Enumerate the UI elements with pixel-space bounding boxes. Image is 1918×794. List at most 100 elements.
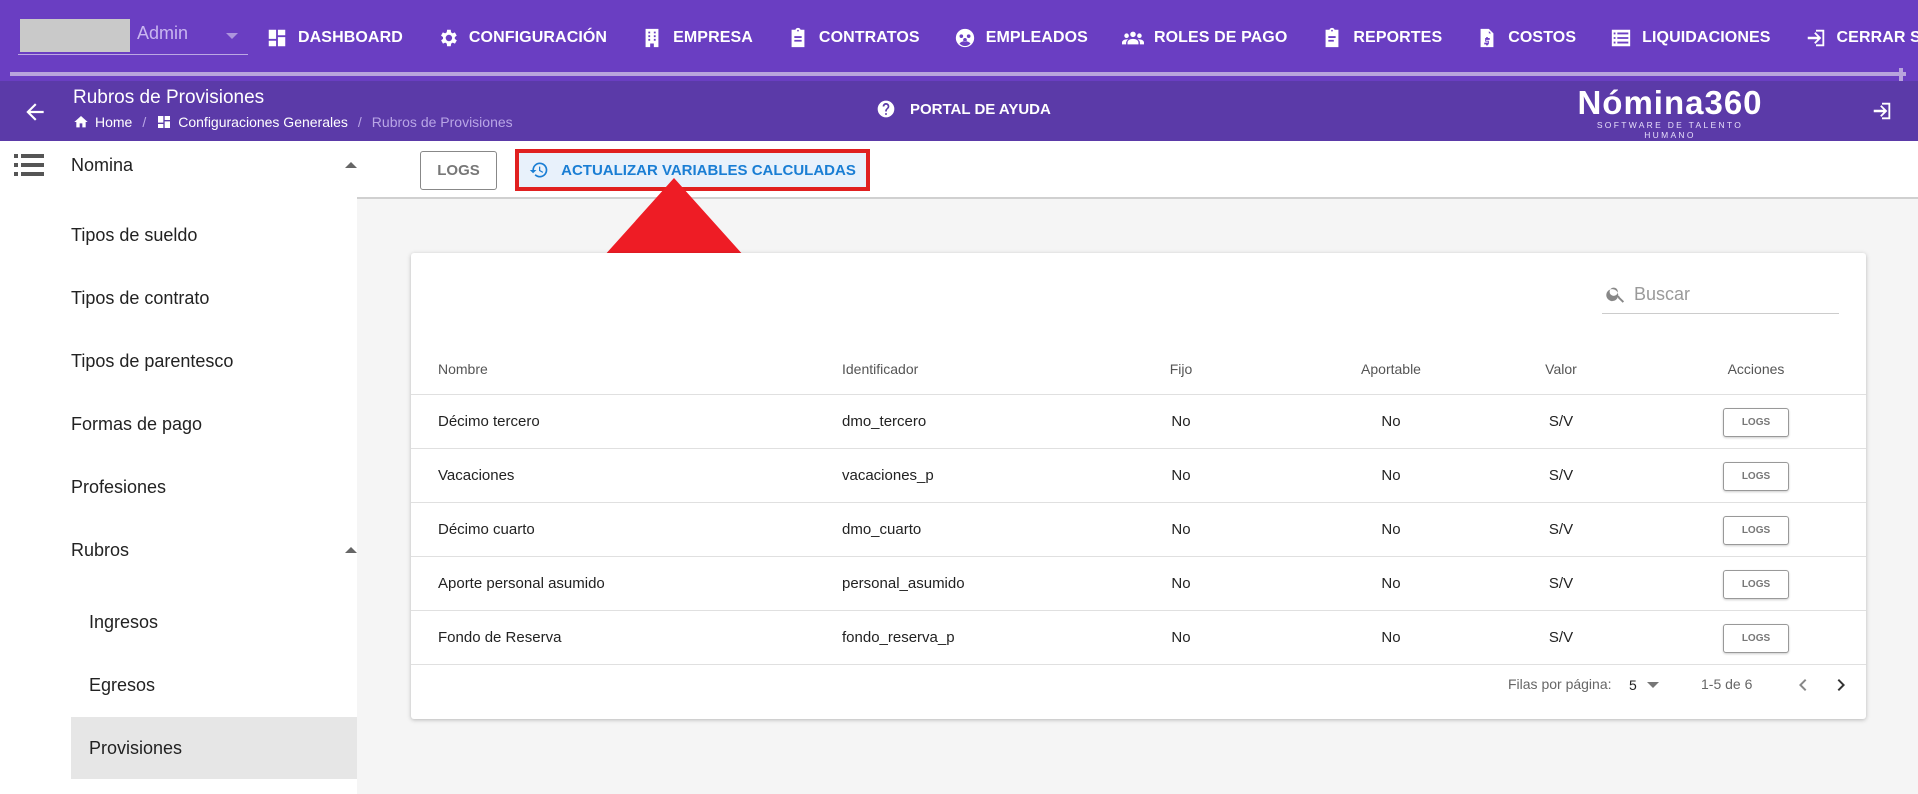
back-button[interactable] xyxy=(22,99,48,125)
chevron-right-icon xyxy=(1837,679,1845,691)
page-title: Rubros de Provisiones xyxy=(73,87,265,108)
menu-list-icon xyxy=(14,154,44,176)
cell-identificador: fondo_reserva_p xyxy=(842,629,955,646)
row-logs-button[interactable]: LOGS xyxy=(1723,570,1789,599)
column-header-nombre[interactable]: Nombre xyxy=(438,343,488,395)
nav-liquidaciones[interactable]: LIQUIDACIONES xyxy=(1610,0,1792,76)
row-logs-button[interactable]: LOGS xyxy=(1723,516,1789,545)
cell-fijo: No xyxy=(1171,629,1191,646)
nav-roles-de-pago[interactable]: ROLES DE PAGO xyxy=(1121,0,1309,76)
column-header-identificador[interactable]: Identificador xyxy=(842,343,918,395)
search-box[interactable] xyxy=(1602,274,1839,314)
cell-nombre: Fondo de Reserva xyxy=(438,629,562,646)
pagination-range: 1-5 de 6 xyxy=(1701,676,1753,692)
next-page-button[interactable] xyxy=(1829,673,1853,697)
column-header-valor[interactable]: Valor xyxy=(1516,343,1606,395)
cell-aportable: No xyxy=(1381,575,1401,592)
cell-valor: S/V xyxy=(1548,521,1574,538)
nav-empresa[interactable]: EMPRESA xyxy=(641,0,775,76)
nav-contratos[interactable]: CONTRATOS xyxy=(787,0,942,76)
sidebar-item-formas-de-pago[interactable]: Formas de pago xyxy=(71,393,357,455)
logs-button[interactable]: LOGS xyxy=(420,151,497,190)
breadcrumb-separator: / xyxy=(142,114,147,130)
provisions-table-card: Nombre Identificador Fijo Aportable Valo… xyxy=(411,253,1866,719)
nav-empresa-label: EMPRESA xyxy=(673,29,753,46)
group-icon xyxy=(1121,31,1144,45)
column-header-fijo[interactable]: Fijo xyxy=(1151,343,1211,395)
nav-reportes[interactable]: REPORTES xyxy=(1321,0,1464,76)
sidebar-item-tipos-de-sueldo[interactable]: Tipos de sueldo xyxy=(71,204,357,266)
chevron-up-icon[interactable] xyxy=(345,547,357,553)
help-portal-link[interactable]: PORTAL DE AYUDA xyxy=(876,99,1051,119)
user-selector[interactable]: Admin xyxy=(18,18,248,55)
cell-nombre: Aporte personal asumido xyxy=(438,575,605,592)
employees-icon xyxy=(955,28,974,48)
cell-nombre: Décimo tercero xyxy=(438,413,540,430)
row-logs-button[interactable]: LOGS xyxy=(1723,462,1789,491)
logout-icon xyxy=(1807,29,1824,47)
sidebar-item-provisiones[interactable]: Provisiones xyxy=(71,717,357,779)
nav-empleados[interactable]: EMPLEADOS xyxy=(954,0,1110,76)
logout-button[interactable] xyxy=(1871,100,1893,122)
clipboard-icon xyxy=(791,27,805,48)
logo-tagline: SOFTWARE DE TALENTO HUMANO xyxy=(1596,120,1744,140)
cell-valor: S/V xyxy=(1548,629,1574,646)
logout-icon xyxy=(1873,102,1891,120)
page-header: Rubros de Provisiones Home / Configuraci… xyxy=(0,81,1918,141)
breadcrumb-config[interactable]: Configuraciones Generales xyxy=(156,114,348,130)
cell-nombre: Décimo cuarto xyxy=(438,521,535,538)
cell-valor: S/V xyxy=(1548,467,1574,484)
list-icon xyxy=(1611,29,1631,47)
row-logs-button[interactable]: LOGS xyxy=(1723,624,1789,653)
sidebar-group-nomina[interactable]: Nomina xyxy=(71,155,133,176)
nav-items: DASHBOARD CONFIGURACIÓN EMPRESA CONTRATO… xyxy=(266,0,1918,76)
sidebar-item-ingresos[interactable]: Ingresos xyxy=(71,591,357,653)
cell-aportable: No xyxy=(1381,629,1401,646)
nav-costos[interactable]: COSTOS xyxy=(1476,0,1598,76)
rows-per-page-label: Filas por página: xyxy=(1508,676,1612,692)
update-calculated-variables-label: ACTUALIZAR VARIABLES CALCULADAS xyxy=(561,161,856,179)
nav-contratos-label: CONTRATOS xyxy=(818,29,920,46)
nav-cerrar-label: CERRAR SESIÓN xyxy=(1836,29,1918,46)
pagination: Filas por página: 5 1-5 de 6 xyxy=(411,665,1866,705)
chevron-down-icon xyxy=(226,33,238,39)
nav-configuracion[interactable]: CONFIGURACIÓN xyxy=(437,0,629,76)
nav-cerrar-sesion[interactable]: CERRAR SESIÓN xyxy=(1805,0,1918,76)
sidebar: Nomina Tipos de sueldo Tipos de contrato… xyxy=(0,141,357,794)
report-clipboard-icon xyxy=(1325,27,1339,48)
table-row: Décimo tercero dmo_tercero No No S/V LOG… xyxy=(411,395,1866,449)
menu-toggle-button[interactable] xyxy=(14,153,44,177)
sidebar-group-rubros[interactable]: Rubros xyxy=(71,519,357,581)
gear-icon xyxy=(440,29,457,47)
arrow-left-icon xyxy=(26,103,44,121)
rows-per-page-select[interactable]: 5 xyxy=(1629,671,1673,699)
sidebar-item-tipos-de-contrato[interactable]: Tipos de contrato xyxy=(71,267,357,329)
nav-dashboard[interactable]: DASHBOARD xyxy=(266,0,425,76)
row-logs-button[interactable]: LOGS xyxy=(1723,408,1789,437)
nav-costos-label: COSTOS xyxy=(1508,29,1577,46)
dashboard-icon xyxy=(158,116,171,128)
nav-empleados-label: EMPLEADOS xyxy=(985,29,1088,46)
breadcrumb-home[interactable]: Home xyxy=(73,114,132,130)
nav-liquidaciones-label: LIQUIDACIONES xyxy=(1642,29,1771,46)
chevron-up-icon[interactable] xyxy=(345,162,357,168)
sidebar-item-egresos[interactable]: Egresos xyxy=(71,654,357,716)
rows-per-page-value: 5 xyxy=(1629,677,1637,693)
search-input[interactable] xyxy=(1634,279,1834,309)
sidebar-item-profesiones[interactable]: Profesiones xyxy=(71,456,357,518)
dashboard-icon xyxy=(268,29,286,47)
cell-aportable: No xyxy=(1381,521,1401,538)
breadcrumb-separator: / xyxy=(357,114,362,130)
cell-fijo: No xyxy=(1171,521,1191,538)
column-header-acciones: Acciones xyxy=(1727,361,1785,377)
help-portal-label: PORTAL DE AYUDA xyxy=(910,100,1051,118)
scrollbar[interactable] xyxy=(1899,68,1903,81)
cell-valor: S/V xyxy=(1548,575,1574,592)
table-row: Fondo de Reserva fondo_reserva_p No No S… xyxy=(411,611,1866,665)
column-header-aportable[interactable]: Aportable xyxy=(1331,343,1451,395)
prev-page-button[interactable] xyxy=(1791,673,1815,697)
sidebar-item-tipos-de-parentesco[interactable]: Tipos de parentesco xyxy=(71,330,357,392)
cell-identificador: dmo_tercero xyxy=(842,413,927,430)
breadcrumb: Home / Configuraciones Generales / Rubro… xyxy=(73,114,513,130)
cell-fijo: No xyxy=(1171,575,1191,592)
